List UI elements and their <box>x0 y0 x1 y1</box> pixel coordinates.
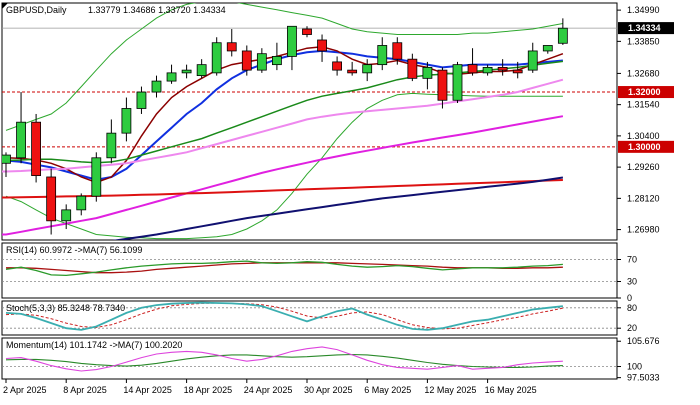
current-price-label: 1.34334 <box>628 23 661 33</box>
candle-body <box>271 56 282 66</box>
y-tick-label: 1.34990 <box>627 5 660 15</box>
candle-body <box>76 195 87 211</box>
candle-body <box>287 25 297 57</box>
candle-body <box>166 72 177 82</box>
ohlc-label: 1.33779 1.34686 1.33720 1.34334 <box>88 5 226 15</box>
candle-body <box>452 64 463 101</box>
x-tick-label: 8 Apr 2025 <box>63 385 107 395</box>
y-tick-label: 1.31540 <box>627 100 660 110</box>
candle-body <box>136 91 147 109</box>
candle-body <box>362 64 373 74</box>
y-tick-label: 1.28120 <box>627 193 660 203</box>
candle-body <box>106 132 117 159</box>
rsi-title: RSI(14) 60.9972 ->MA(7) 56.1099 <box>6 245 142 255</box>
candle-body <box>407 58 418 79</box>
candle-body <box>226 42 237 52</box>
candle <box>91 152 102 202</box>
rsi-y-tick-label: 30 <box>627 277 637 287</box>
candle-body <box>482 66 493 74</box>
candle-body <box>2 154 11 164</box>
momentum-title: Momentum(14) 101.1742 ->MA(7) 100.2020 <box>6 340 182 350</box>
candle <box>452 61 463 104</box>
candle-body <box>542 45 553 52</box>
x-tick-label: 2 Apr 2025 <box>3 385 47 395</box>
candle-body <box>302 28 312 35</box>
candle-body <box>16 121 26 159</box>
candle-body <box>46 176 57 222</box>
candle-body <box>497 66 508 71</box>
stoch-title: Stoch(5,3,3) 85.3248 78.7340 <box>6 303 125 313</box>
rsi-y-tick-label: 0 <box>627 293 632 303</box>
candle <box>31 113 42 183</box>
chart-header: GBPUSD,Daily 1.33779 1.34686 1.33720 1.34… <box>2 3 226 15</box>
candle-body <box>31 121 42 177</box>
candle-body <box>256 53 267 71</box>
stoch-y-tick-label: 20 <box>627 323 637 333</box>
momentum-y-tick-label: 97.5033 <box>627 373 660 383</box>
x-tick-label: 16 May 2025 <box>485 385 537 395</box>
rsi-y-tick-label: 70 <box>627 255 637 265</box>
candle-body <box>527 50 538 71</box>
candle-body <box>317 39 327 52</box>
y-tick-label: 1.33850 <box>627 36 660 46</box>
level-tag-label: 1.30000 <box>628 142 661 152</box>
y-tick-label: 1.29260 <box>627 162 660 172</box>
momentum-y-tick-label: 105.676 <box>627 336 660 346</box>
candle-body <box>467 64 478 74</box>
candle-body <box>196 64 207 77</box>
candle-body <box>241 50 252 71</box>
candle-body <box>61 209 72 222</box>
candle-body <box>151 80 162 93</box>
candle-body <box>91 157 102 197</box>
candle-body <box>332 61 343 71</box>
candle-body <box>437 69 448 101</box>
candle-body <box>422 66 433 79</box>
x-tick-label: 14 Apr 2025 <box>123 385 172 395</box>
level-tag-label: 1.32000 <box>628 87 661 97</box>
candle <box>211 37 222 76</box>
candle-body <box>211 42 222 74</box>
candle-body <box>121 108 132 134</box>
candle-body <box>347 69 358 74</box>
candle-body <box>377 45 388 66</box>
candle-body <box>392 42 403 60</box>
y-tick-label: 1.26980 <box>627 225 660 235</box>
x-tick-label: 30 Apr 2025 <box>304 385 353 395</box>
y-tick-label: 1.32680 <box>627 68 660 78</box>
x-tick-label: 24 Apr 2025 <box>244 385 293 395</box>
chart-canvas[interactable]: 1.34990 1.33850 1.32680 1.31540 1.30400 1.292… <box>0 0 700 400</box>
chart-window: 1.34990 1.33850 1.32680 1.31540 1.30400 1.292… <box>0 0 700 400</box>
symbol-label: GBPUSD,Daily <box>6 5 67 15</box>
candle-body <box>557 27 568 44</box>
stoch-y-tick-label: 80 <box>627 303 637 313</box>
candle-body <box>512 69 523 74</box>
x-tick-label: 12 May 2025 <box>424 385 476 395</box>
momentum-y-tick-label: 100 <box>627 362 642 372</box>
x-tick-label: 18 Apr 2025 <box>184 385 233 395</box>
candle-body <box>181 69 192 74</box>
y-tick-label: 1.30400 <box>627 131 660 141</box>
x-tick-label: 6 May 2025 <box>364 385 411 395</box>
